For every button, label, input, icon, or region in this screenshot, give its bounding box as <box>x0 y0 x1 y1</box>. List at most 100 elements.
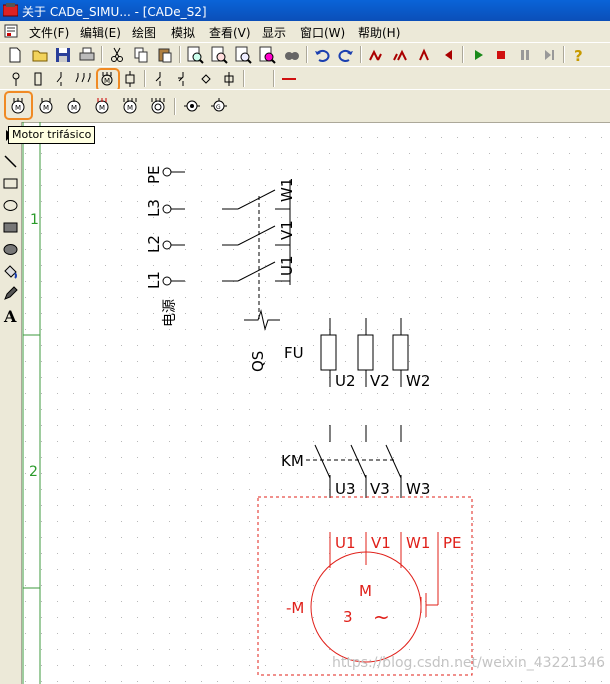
stop-icon[interactable] <box>491 45 511 65</box>
label-motor-pe: PE <box>443 534 462 552</box>
svg-text:M: M <box>99 104 105 112</box>
play-icon[interactable] <box>468 45 488 65</box>
document-icon[interactable] <box>4 24 18 38</box>
label-km: KM <box>281 452 304 470</box>
motor-icon-2[interactable]: M <box>36 96 56 116</box>
redo-icon[interactable] <box>336 45 356 65</box>
arrow-left-icon[interactable] <box>438 45 458 65</box>
svg-text:?: ? <box>574 47 583 65</box>
app-icon <box>3 3 18 17</box>
triple-contact-icon[interactable] <box>74 69 94 89</box>
label-motor-tag: -M <box>286 599 304 617</box>
find-icon[interactable] <box>282 45 302 65</box>
label-motor-v1: V1 <box>371 534 391 552</box>
rectangle-icon[interactable] <box>2 175 19 192</box>
label-km-v3: V3 <box>370 480 390 498</box>
motor-icon-5[interactable]: M <box>120 96 140 116</box>
svg-text:M: M <box>43 104 49 112</box>
highlight-motor-three-phase <box>4 91 33 120</box>
fuse-icon[interactable] <box>28 69 48 89</box>
drawing-canvas[interactable]: 1 2 PE L3 L2 L1 电源 QS W1 V1 U1 FU U2 V2 … <box>22 122 610 684</box>
menu-bar: 文件(F) 编辑(E) 绘图 模拟 查看(V) 显示 窗口(W) 帮助(H) <box>0 21 610 42</box>
window-title: 关于 CADe_SIMU... - [CADe_S2] <box>22 5 207 19</box>
new-icon[interactable] <box>5 45 25 65</box>
menu-draw[interactable]: 绘图 <box>132 24 156 41</box>
menu-display[interactable]: 显示 <box>262 24 286 41</box>
step-icon[interactable] <box>539 45 559 65</box>
tooltip: Motor trifásico <box>8 126 96 144</box>
coil-icon[interactable] <box>120 69 140 89</box>
label-l3: L3 <box>145 199 163 217</box>
label-motor-w1: W1 <box>406 534 430 552</box>
menu-edit[interactable]: 编辑(E) <box>80 24 121 41</box>
line-icon[interactable] <box>2 153 19 170</box>
label-km-w3: W3 <box>406 480 430 498</box>
label-motor-name: M <box>359 582 372 600</box>
svg-text:G: G <box>216 104 221 111</box>
motor-toolbar: M M M M M G <box>0 89 610 123</box>
row-label-2: 2 <box>29 464 38 480</box>
menu-file[interactable]: 文件(F) <box>29 24 69 41</box>
label-qs: QS <box>249 351 267 372</box>
supply-terminal-icon[interactable] <box>6 69 26 89</box>
motor-icon-6[interactable] <box>148 96 168 116</box>
menu-simulate[interactable]: 模拟 <box>171 24 195 41</box>
switch-alt-icon[interactable] <box>173 69 193 89</box>
contact-icon[interactable] <box>51 69 71 89</box>
label-motor-u1: U1 <box>335 534 356 552</box>
motor-icon-7[interactable] <box>182 96 202 116</box>
component-toolbar: M <box>0 66 610 92</box>
label-qs-u1: U1 <box>278 255 296 276</box>
line-red-icon[interactable] <box>279 69 299 89</box>
pen-icon[interactable] <box>2 285 19 302</box>
motor-icon-4[interactable]: M <box>92 96 112 116</box>
ellipse-icon[interactable] <box>2 197 19 214</box>
motor-icon-8[interactable]: G <box>209 96 229 116</box>
grid <box>22 122 610 684</box>
switch-icon[interactable] <box>150 69 170 89</box>
copy-icon[interactable] <box>131 45 151 65</box>
main-toolbar: ? <box>0 42 610 67</box>
zoom-out-icon[interactable] <box>209 45 229 65</box>
open-icon[interactable] <box>30 45 50 65</box>
watermark: https://blog.csdn.net/weixin_43221346 <box>332 655 606 671</box>
label-pe: PE <box>145 165 163 184</box>
filled-rect-icon[interactable] <box>2 219 19 236</box>
cross-icon[interactable] <box>219 69 239 89</box>
label-qs-w1: W1 <box>278 178 296 202</box>
undo-icon[interactable] <box>312 45 332 65</box>
filled-ellipse-icon[interactable] <box>2 241 19 258</box>
label-km-u3: U3 <box>335 480 356 498</box>
cut-icon[interactable] <box>107 45 127 65</box>
pause-icon[interactable] <box>515 45 535 65</box>
label-source: 电源 <box>162 299 178 327</box>
rotate-right-icon[interactable] <box>390 45 410 65</box>
fill-icon[interactable] <box>2 263 19 280</box>
mirror-icon[interactable] <box>414 45 434 65</box>
svg-text:M: M <box>71 104 77 112</box>
label-fu-u2: U2 <box>335 372 356 390</box>
svg-text:M: M <box>127 104 133 112</box>
drawing-toolbar: A <box>0 122 22 684</box>
diamond-icon[interactable] <box>196 69 216 89</box>
motor-icon-3[interactable]: M <box>64 96 84 116</box>
label-l1: L1 <box>145 271 163 289</box>
zoom-window-icon[interactable] <box>257 45 277 65</box>
label-l2: L2 <box>145 235 163 253</box>
menu-help[interactable]: 帮助(H) <box>358 24 400 41</box>
label-motor-ac: ~ <box>373 605 390 629</box>
menu-view[interactable]: 查看(V) <box>209 24 251 41</box>
paste-icon[interactable] <box>155 45 175 65</box>
print-icon[interactable] <box>77 45 97 65</box>
zoom-in-icon[interactable] <box>185 45 205 65</box>
rotate-left-icon[interactable] <box>366 45 386 65</box>
save-icon[interactable] <box>53 45 73 65</box>
menu-window[interactable]: 窗口(W) <box>300 24 345 41</box>
zoom-fit-icon[interactable] <box>233 45 253 65</box>
text-icon[interactable]: A <box>2 307 19 324</box>
label-qs-v1: V1 <box>278 220 296 240</box>
title-bar: 关于 CADe_SIMU... - [CADe_S2] <box>0 0 610 21</box>
row-label-1: 1 <box>30 212 39 228</box>
help-icon[interactable]: ? <box>569 45 589 65</box>
label-fu-w2: W2 <box>406 372 430 390</box>
